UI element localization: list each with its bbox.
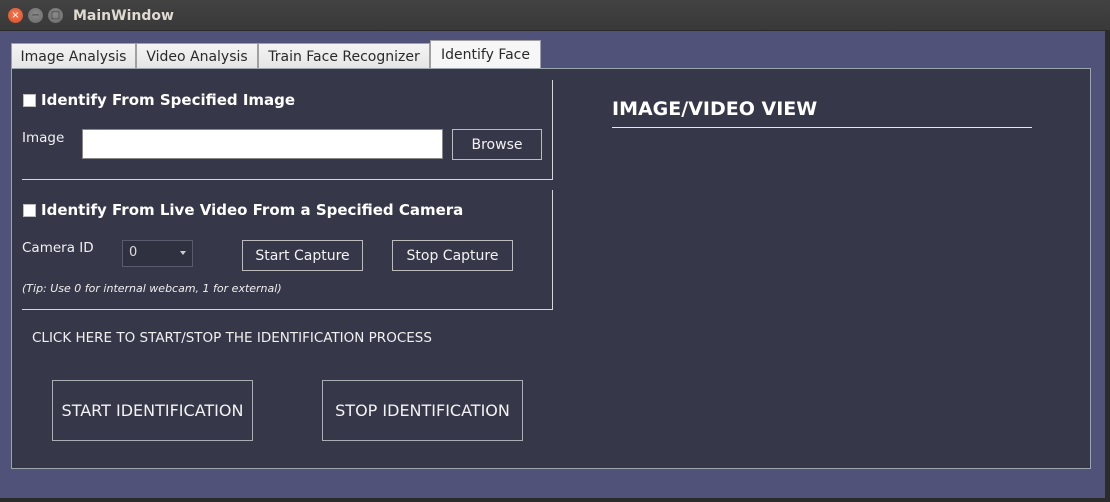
image-group-border-bottom [22, 179, 553, 180]
image-path-input[interactable] [82, 129, 443, 159]
tab-video-analysis[interactable]: Video Analysis [136, 43, 258, 70]
window-right-edge [1105, 31, 1110, 502]
image-group-border-right [552, 80, 553, 179]
close-icon[interactable]: × [8, 8, 23, 23]
stop-capture-button[interactable]: Stop Capture [392, 240, 513, 271]
view-title: IMAGE/VIDEO VIEW [612, 98, 818, 120]
camera-tip: (Tip: Use 0 for internal webcam, 1 for e… [22, 282, 282, 295]
camera-id-label: Camera ID [22, 240, 94, 256]
title-bar: × − □ MainWindow [0, 0, 1110, 31]
tab-identify-face[interactable]: Identify Face [430, 40, 541, 70]
identify-image-heading: Identify From Specified Image [41, 91, 296, 109]
camera-id-select[interactable]: 0 [122, 240, 193, 267]
window-bottom-edge [0, 498, 1110, 502]
tab-image-analysis[interactable]: Image Analysis [11, 43, 136, 70]
identify-image-checkbox[interactable] [23, 94, 36, 107]
window-title: MainWindow [73, 8, 174, 24]
camera-group-border-bottom [22, 309, 553, 310]
minimize-icon[interactable]: − [28, 8, 43, 23]
maximize-icon[interactable]: □ [48, 8, 63, 23]
chevron-down-icon [180, 251, 186, 255]
tab-train-face-recognizer[interactable]: Train Face Recognizer [258, 43, 430, 70]
stop-identification-button[interactable]: STOP IDENTIFICATION [322, 380, 523, 441]
identification-instruction: CLICK HERE TO START/STOP THE IDENTIFICAT… [32, 330, 432, 346]
identify-camera-heading: Identify From Live Video From a Specifie… [41, 201, 464, 219]
start-capture-button[interactable]: Start Capture [242, 240, 363, 271]
identify-face-pane: Identify From Specified Image Image Brow… [11, 68, 1091, 469]
image-label: Image [22, 130, 65, 146]
identify-camera-checkbox[interactable] [23, 204, 36, 217]
camera-group-border-right [552, 190, 553, 310]
camera-id-value: 0 [129, 245, 138, 260]
browse-button[interactable]: Browse [452, 129, 542, 160]
view-title-rule [612, 127, 1032, 128]
main-window: Image Analysis Video Analysis Train Face… [0, 31, 1105, 498]
start-identification-button[interactable]: START IDENTIFICATION [52, 380, 253, 441]
